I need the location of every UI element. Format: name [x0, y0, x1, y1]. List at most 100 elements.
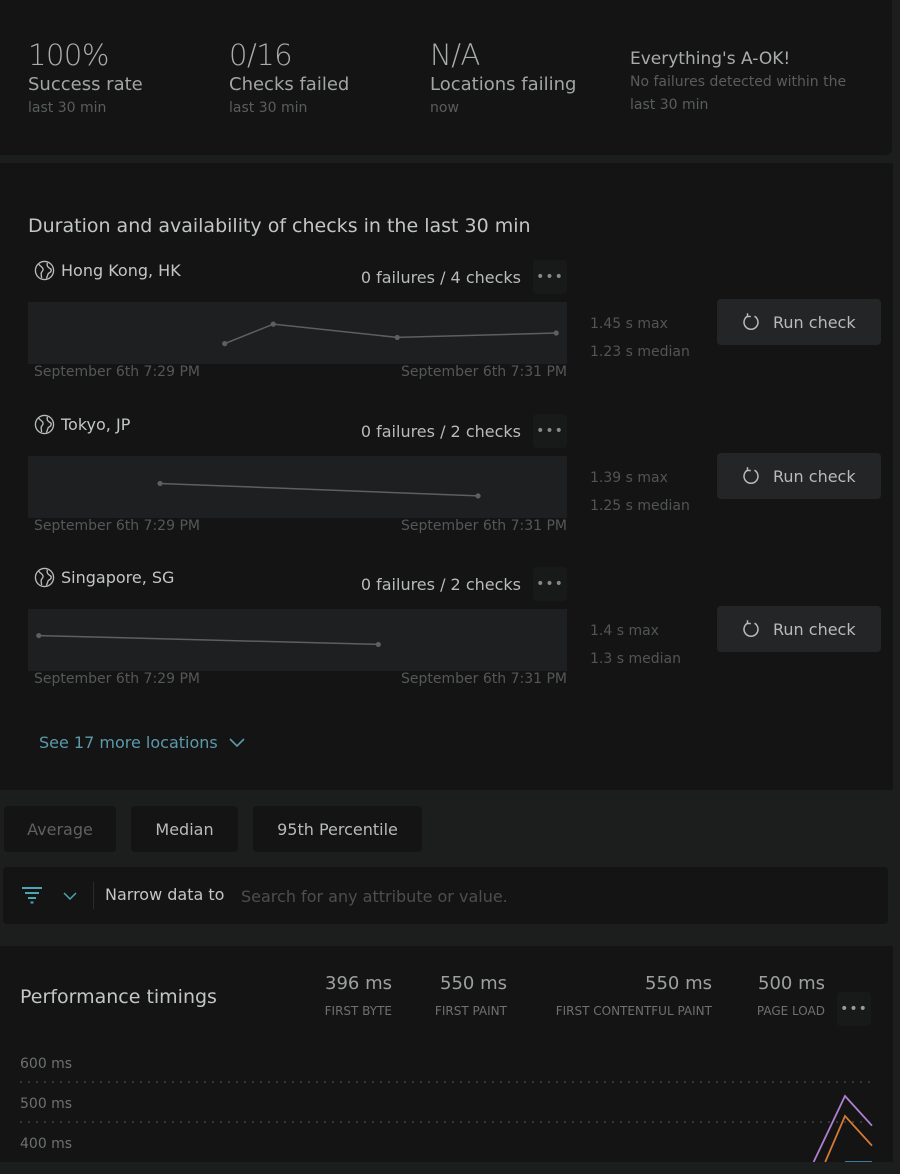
duration-sparkline	[28, 609, 567, 671]
sparkline-svg	[157, 480, 481, 499]
metric-first-byte: 396 ms FIRST BYTE	[325, 972, 392, 1020]
performance-title: Performance timings	[20, 986, 217, 1008]
sparkline-point	[394, 334, 400, 341]
location-label: Singapore, SG	[61, 568, 175, 587]
location-more-button[interactable]: •••	[533, 567, 567, 601]
median-duration: 1.23 s median	[590, 344, 690, 360]
stat-label: Locations failing	[430, 74, 577, 95]
stat-label: Checks failed	[229, 74, 350, 95]
max-duration: 1.45 s max	[590, 316, 668, 332]
stat-sub: last 30 min	[229, 100, 308, 116]
refresh-icon	[743, 313, 759, 330]
sparkline-point	[222, 341, 228, 347]
max-duration: 1.39 s max	[590, 470, 668, 486]
run-check-button[interactable]: Run check	[717, 299, 881, 345]
axis-end-label: September 6th 7:31 PM	[401, 518, 567, 534]
run-check-button[interactable]: Run check	[717, 606, 881, 652]
max-duration: 1.4 s max	[590, 623, 659, 639]
checks-failed-stat: 0/16 Checks failed last 30 min	[229, 38, 349, 118]
location-label: Tokyo, JP	[61, 415, 131, 434]
axis-start-label: September 6th 7:29 PM	[34, 518, 200, 534]
axis-end-label: September 6th 7:31 PM	[401, 364, 567, 380]
sparkline-point	[270, 321, 276, 327]
stat-value: 0/16	[229, 38, 293, 72]
sparkline-point	[475, 493, 481, 499]
run-check-label: Run check	[773, 312, 856, 332]
metric-first-contentful-paint: 550 ms FIRST CONTENTFUL PAINT	[556, 972, 712, 1020]
location-name: Hong Kong, HK	[34, 260, 181, 281]
refresh-icon	[743, 620, 759, 637]
sparkline-line	[38, 634, 379, 646]
status-title: Everything's A-OK!	[630, 49, 791, 69]
stat-value: 100%	[28, 38, 109, 72]
performance-chart-svg: 600 ms 500 ms 400 ms	[20, 1056, 873, 1162]
filter-search-input[interactable]	[241, 881, 861, 911]
duration-stats: 1.45 s max 1.23 s median	[590, 310, 690, 366]
stat-label: Success rate	[28, 74, 143, 95]
summary-panel: 100% Success rate last 30 min 0/16 Check…	[0, 0, 892, 155]
y-tick-label: 600 ms	[20, 1056, 72, 1072]
axis-start-label: September 6th 7:29 PM	[34, 671, 200, 687]
duration-sparkline	[28, 302, 567, 364]
location-more-button[interactable]: •••	[533, 260, 567, 294]
duration-sparkline	[28, 456, 567, 518]
location-more-button[interactable]: •••	[533, 414, 567, 448]
sparkline-point	[553, 330, 559, 336]
see-more-label: See 17 more locations	[39, 733, 218, 752]
locations-failing-stat: N/A Locations failing now	[430, 38, 576, 118]
duration-stats: 1.4 s max 1.3 s median	[590, 617, 681, 673]
ellipsis-icon: •••	[536, 576, 564, 592]
ellipsis-icon: •••	[536, 269, 564, 285]
see-more-locations-link[interactable]: See 17 more locations	[39, 733, 246, 752]
aggregation-average-button[interactable]: Average	[4, 806, 116, 852]
metric-key: FIRST PAINT	[434, 1004, 507, 1018]
location-row: Tokyo, JP 0 failures / 2 checks ••• Sept…	[0, 414, 893, 554]
ellipsis-icon: •••	[840, 1001, 868, 1017]
status-message: Everything's A-OK! No failures detected …	[630, 48, 870, 117]
y-tick-label: 400 ms	[20, 1136, 72, 1152]
section-title: Duration and availability of checks in t…	[28, 215, 531, 237]
location-name: Singapore, SG	[34, 567, 174, 588]
sparkline-point	[157, 480, 163, 487]
metric-value: 550 ms	[440, 973, 507, 994]
chevron-down-icon[interactable]	[63, 891, 77, 901]
metric-page-load: 500 ms PAGE LOAD	[757, 972, 825, 1020]
aggregation-median-button[interactable]: Median	[131, 806, 238, 852]
location-row: Hong Kong, HK 0 failures / 4 checks ••• …	[0, 260, 893, 400]
failure-count: 0 failures / 4 checks	[360, 268, 521, 287]
axis-end-label: September 6th 7:31 PM	[401, 671, 567, 687]
performance-panel: Performance timings 396 ms FIRST BYTE 55…	[0, 946, 893, 1162]
run-check-button[interactable]: Run check	[717, 453, 881, 499]
aggregation-95th-percentile-button[interactable]: 95th Percentile	[253, 806, 422, 852]
metric-key: FIRST CONTENTFUL PAINT	[555, 1004, 712, 1018]
sparkline-svg	[222, 321, 559, 347]
failure-count: 0 failures / 2 checks	[360, 575, 521, 594]
globe-icon	[34, 414, 55, 435]
y-tick-label: 500 ms	[20, 1096, 72, 1112]
series-line-first-paint	[812, 1094, 873, 1162]
globe-icon	[34, 260, 55, 281]
filter-bar: Narrow data to	[3, 867, 888, 924]
metric-key: PAGE LOAD	[756, 1004, 825, 1018]
stat-value: N/A	[430, 38, 480, 72]
metric-key: FIRST BYTE	[324, 1004, 392, 1018]
run-check-label: Run check	[773, 466, 856, 486]
sparkline-svg	[36, 632, 381, 648]
page-background-strip	[0, 1162, 900, 1174]
status-description: No failures detected within the last 30 …	[630, 74, 847, 113]
median-duration: 1.25 s median	[590, 498, 690, 514]
sparkline-point	[375, 641, 381, 648]
metric-value: 500 ms	[758, 973, 825, 994]
axis-start-label: September 6th 7:29 PM	[34, 364, 200, 380]
filter-icon[interactable]	[21, 886, 43, 904]
stat-sub: last 30 min	[28, 100, 107, 116]
location-row: Singapore, SG 0 failures / 2 checks ••• …	[0, 567, 893, 707]
median-duration: 1.3 s median	[590, 651, 681, 667]
sparkline-line	[224, 323, 557, 345]
performance-more-button[interactable]: •••	[837, 992, 871, 1026]
location-name: Tokyo, JP	[34, 414, 130, 435]
checks-panel: Duration and availability of checks in t…	[0, 163, 893, 790]
metric-value: 396 ms	[325, 973, 392, 994]
refresh-icon	[743, 467, 759, 484]
filter-label: Narrow data to	[105, 885, 225, 904]
